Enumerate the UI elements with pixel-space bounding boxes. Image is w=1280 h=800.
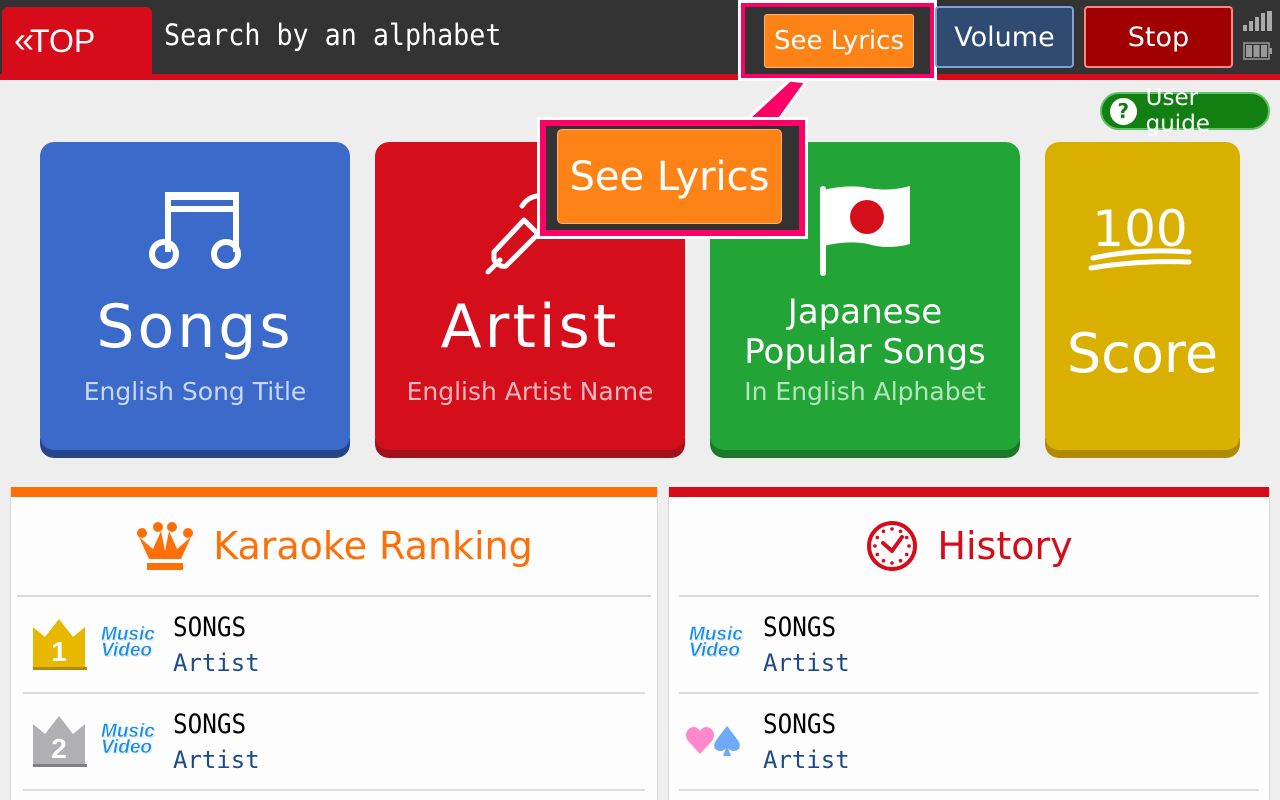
hundred-points-icon: 100 [1088, 200, 1192, 271]
score-tile[interactable]: 100 Score [1045, 142, 1240, 458]
songs-tile-subtitle: English Song Title [83, 377, 307, 406]
user-guide-label: User guide [1145, 85, 1210, 137]
callout-see-lyrics: See Lyrics [557, 129, 782, 224]
song-title: SONGS [763, 709, 837, 740]
rank-silver-crown-icon: 2 [33, 716, 87, 767]
music-video-badge-icon: Music Video [101, 721, 155, 758]
jpop-tile-title-line2: Popular Songs [744, 332, 986, 372]
top-button-label: TOP [30, 23, 96, 59]
help-icon: ? [1110, 97, 1137, 125]
battery-icon [1243, 42, 1272, 60]
artist-name: Artist [173, 746, 260, 774]
karaoke-ranking-header[interactable]: Karaoke Ranking [17, 497, 651, 597]
crown-icon [137, 522, 194, 570]
see-lyrics-button[interactable]: See Lyrics [764, 14, 914, 68]
volume-button[interactable]: Volume [935, 6, 1074, 68]
artist-name: Artist [173, 649, 260, 677]
history-panel: History Music Video SONGS Artist SONGS Ar… [668, 487, 1270, 800]
jpop-tile-title-line1: Japanese [787, 292, 943, 332]
karaoke-ranking-panel: Karaoke Ranking 1 Music Video SONGS Artis… [10, 487, 658, 800]
jpop-tile-subtitle: In English Alphabet [744, 377, 986, 406]
artist-tile-title: Artist [440, 292, 620, 362]
history-row[interactable]: Music Video SONGS Artist [679, 597, 1259, 694]
songs-tile[interactable]: Songs English Song Title [40, 142, 350, 458]
artist-name: Artist [763, 649, 850, 677]
ranking-row[interactable]: 1 Music Video SONGS Artist [23, 597, 645, 694]
page-title: Search by an alphabet [164, 18, 502, 52]
top-button[interactable]: « TOP [2, 7, 152, 76]
karaoke-ranking-title: Karaoke Ranking [213, 524, 533, 568]
history-row[interactable]: SONGS Artist [679, 694, 1259, 791]
song-title: SONGS [173, 709, 247, 740]
ranking-row[interactable]: 2 Music Video SONGS Artist [23, 694, 645, 791]
songs-tile-title: Songs [96, 292, 294, 362]
clock-icon [867, 521, 918, 571]
rank-gold-crown-icon: 1 [33, 619, 87, 670]
song-title: SONGS [173, 612, 247, 643]
music-note-icon [149, 192, 241, 269]
music-video-badge-icon: Music Video [101, 624, 155, 661]
score-tile-title: Score [1066, 322, 1219, 385]
double-chevron-left-icon: « [14, 18, 34, 60]
svg-text:1: 1 [51, 636, 67, 667]
header-divider [0, 74, 1280, 80]
duet-heart-spade-icon [685, 726, 740, 756]
svg-text:2: 2 [51, 733, 67, 764]
music-video-badge-icon: Music Video [689, 624, 743, 661]
japan-flag-icon [820, 186, 910, 276]
artist-tile-subtitle: English Artist Name [406, 377, 654, 406]
signal-strength-icon [1243, 11, 1275, 31]
stop-button[interactable]: Stop [1084, 6, 1233, 68]
song-title: SONGS [763, 612, 837, 643]
history-header[interactable]: History [679, 497, 1259, 597]
artist-name: Artist [763, 746, 850, 774]
history-title: History [937, 524, 1073, 568]
user-guide-button[interactable]: ? User guide [1100, 85, 1270, 137]
